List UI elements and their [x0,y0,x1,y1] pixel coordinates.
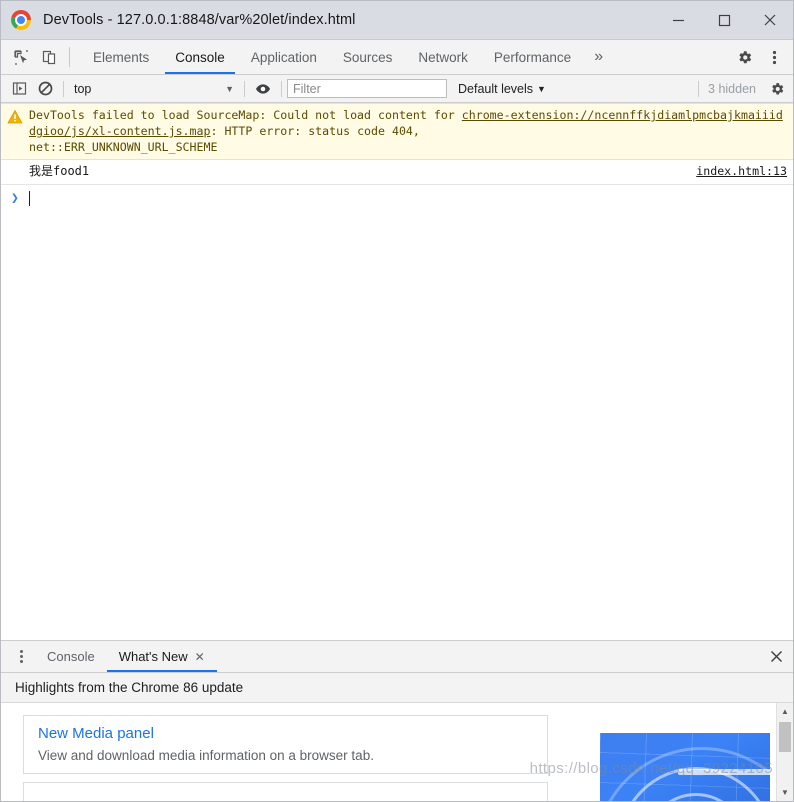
warning-line2-suffix: : HTTP error: status code 404, [210,124,420,138]
clear-console-icon[interactable] [32,76,58,102]
drawer-tab-whats-new[interactable]: What's New ✕ [106,641,217,672]
warning-triangle-icon [7,109,23,125]
scroll-up-arrow-icon[interactable]: ▲ [777,703,793,720]
tab-sources[interactable]: Sources [330,40,406,74]
sourcemap-link-part1[interactable]: chrome-extension://ncennffk [462,108,650,122]
whats-new-content: New Media panel View and download media … [1,703,793,801]
drawer-kebab-menu-icon[interactable] [7,641,35,672]
tab-elements[interactable]: Elements [80,40,162,74]
execution-context-selector[interactable]: top ▼ [69,82,239,96]
prompt-chevron-icon: ❯ [11,190,19,206]
log-level-value: Default levels [458,81,534,96]
drawer-tab-label: What's New [118,649,188,664]
window-title: DevTools - 127.0.0.1:8848/var%20let/inde… [43,12,356,28]
whats-new-scroll-area: New Media panel View and download media … [1,703,776,801]
log-level-selector[interactable]: Default levels ▼ [458,82,546,96]
tab-network[interactable]: Network [405,40,481,74]
console-toolbar-right: 3 hidden [693,76,793,102]
scrollbar-thumb[interactable] [779,722,791,752]
hidden-messages-count: 3 hidden [708,81,756,96]
tab-label: Elements [93,49,150,65]
title-bar: DevTools - 127.0.0.1:8848/var%20let/inde… [1,1,793,40]
devtools-tab-strip: Elements Console Application Sources Net… [1,40,793,75]
tab-label: Console [175,49,225,65]
inspect-element-icon[interactable] [7,40,35,74]
toolbar-divider [63,80,64,97]
whats-new-header: Highlights from the Chrome 86 update [1,673,793,703]
tab-label: Sources [342,49,393,65]
live-expression-icon[interactable] [250,76,276,102]
tabstrip-actions [716,40,793,74]
warning-line3: net::ERR_UNKNOWN_URL_SCHEME [29,140,218,154]
tab-label: Network [418,49,468,65]
whats-new-card-description: View and download media information on a… [38,748,374,763]
console-log-source-link[interactable]: index.html:13 [686,163,787,180]
console-log-text: 我是food1 [29,164,90,178]
minimize-button[interactable] [655,1,701,39]
chevron-down-icon: ▼ [537,83,546,94]
close-icon[interactable]: ✕ [195,651,205,663]
execution-context-value: top [74,81,92,96]
whats-new-card-next[interactable] [23,782,548,801]
chrome-logo-icon [11,10,31,30]
more-tabs-chevron-icon[interactable]: » [584,40,613,74]
scroll-down-arrow-icon[interactable]: ▼ [777,784,793,801]
drawer-close-button[interactable] [759,641,793,672]
drawer-tab-strip: Console What's New ✕ [1,641,793,673]
gear-icon[interactable] [729,40,759,74]
console-message-list: DevTools failed to load SourceMap: Could… [1,103,793,640]
window-controls [655,1,793,39]
toolbar-divider [698,80,700,97]
kebab-menu-icon[interactable] [759,40,789,74]
tab-label: Application [250,49,317,65]
drawer-tab-console[interactable]: Console [35,641,107,672]
chevron-down-icon: ▼ [225,83,234,94]
tab-label: Performance [493,49,572,65]
whats-new-card[interactable]: New Media panel View and download media … [23,715,548,774]
panel-tabs: Elements Console Application Sources Net… [80,40,613,74]
tab-performance[interactable]: Performance [481,40,584,74]
tab-application[interactable]: Application [238,40,330,74]
console-sidebar-icon[interactable] [6,76,32,102]
close-button[interactable] [747,1,793,39]
drawer-tab-label: Console [47,649,95,664]
warning-line1: DevTools failed to load SourceMap: Could… [29,108,462,122]
console-filter-toolbar: top ▼ Default levels ▼ 3 hidden [1,75,793,103]
filter-input[interactable] [287,79,447,98]
console-prompt[interactable]: ❯ [1,185,793,212]
device-toolbar-icon[interactable] [35,40,63,74]
console-warning-message[interactable]: DevTools failed to load SourceMap: Could… [1,103,793,160]
toolbar-divider [244,80,245,97]
whats-new-thumbnail-image [600,733,770,801]
devtools-window: DevTools - 127.0.0.1:8848/var%20let/inde… [0,0,794,802]
text-caret [28,191,30,206]
warning-message-text: DevTools failed to load SourceMap: Could… [29,107,789,155]
whats-new-scrollbar[interactable]: ▲ ▼ [776,703,793,801]
whats-new-card-title[interactable]: New Media panel [38,725,533,742]
console-empty-area [1,212,793,640]
toolbar-divider [69,47,70,67]
devtools-drawer: Console What's New ✕ Highlights from the… [1,640,793,801]
maximize-button[interactable] [701,1,747,39]
tab-console[interactable]: Console [162,40,238,74]
toolbar-divider [281,80,282,97]
console-log-message[interactable]: 我是food1 index.html:13 [1,160,793,185]
gear-icon[interactable] [764,76,790,102]
